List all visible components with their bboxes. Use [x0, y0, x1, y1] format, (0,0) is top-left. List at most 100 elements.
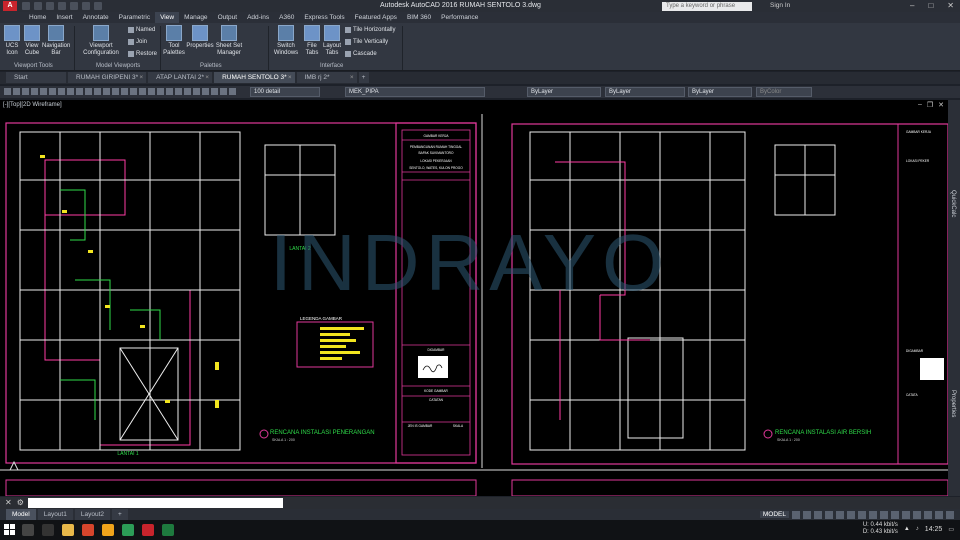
- tab-view[interactable]: View: [155, 12, 180, 23]
- tool-icon[interactable]: [22, 88, 29, 95]
- browser-icon[interactable]: [102, 524, 114, 536]
- undo-icon[interactable]: [82, 2, 90, 10]
- tab-manage[interactable]: Manage: [179, 12, 213, 23]
- tab-annotate[interactable]: Annotate: [78, 12, 114, 23]
- ucs-icon-button[interactable]: UCS Icon: [2, 25, 22, 57]
- tool-icon[interactable]: [67, 88, 74, 95]
- tool-icon[interactable]: [184, 88, 191, 95]
- network-icon[interactable]: ▲: [904, 526, 910, 532]
- tool-icon[interactable]: [220, 88, 227, 95]
- new-tab-button[interactable]: +: [358, 72, 369, 83]
- customize-icon[interactable]: [946, 510, 954, 519]
- properties-palette-tab[interactable]: Properties: [950, 390, 956, 417]
- tool-icon[interactable]: [121, 88, 128, 95]
- layer-select[interactable]: MEK_PIPA: [345, 87, 485, 97]
- tile-horizontally-button[interactable]: Tile Horizontally: [345, 27, 395, 33]
- app-logo-icon[interactable]: A: [3, 1, 17, 11]
- join-viewports-button[interactable]: Join: [128, 39, 147, 45]
- print-icon[interactable]: [70, 2, 78, 10]
- tool-icon[interactable]: [148, 88, 155, 95]
- open-icon[interactable]: [34, 2, 42, 10]
- excel-icon[interactable]: [162, 524, 174, 536]
- tool-icon[interactable]: [49, 88, 56, 95]
- otrack-icon[interactable]: [847, 510, 855, 519]
- tool-icon[interactable]: [94, 88, 101, 95]
- volume-icon[interactable]: ♪: [916, 526, 919, 532]
- tool-icon[interactable]: [229, 88, 236, 95]
- tool-icon[interactable]: [211, 88, 218, 95]
- restore-viewports-button[interactable]: Restore: [128, 51, 157, 57]
- close-icon[interactable]: ×: [139, 72, 143, 83]
- file-tabs-button[interactable]: File Tabs: [302, 25, 322, 57]
- tool-icon[interactable]: [175, 88, 182, 95]
- layout-tab-layout1[interactable]: Layout1: [37, 509, 73, 520]
- tab-addins[interactable]: Add-ins: [242, 12, 274, 23]
- tool-icon[interactable]: [157, 88, 164, 95]
- linetype-select[interactable]: ByLayer: [605, 87, 685, 97]
- tool-icon[interactable]: [193, 88, 200, 95]
- tool-icon[interactable]: [13, 88, 20, 95]
- snap-icon[interactable]: [803, 510, 811, 519]
- tool-icon[interactable]: [139, 88, 146, 95]
- tool-icon[interactable]: [85, 88, 92, 95]
- lineweight-select[interactable]: ByLayer: [688, 87, 752, 97]
- tool-icon[interactable]: [130, 88, 137, 95]
- properties-button[interactable]: Properties: [186, 25, 214, 50]
- tool-icon[interactable]: [58, 88, 65, 95]
- view-cube-button[interactable]: View Cube: [22, 25, 42, 57]
- annotation-scale-icon[interactable]: [891, 510, 899, 519]
- saveas-icon[interactable]: [58, 2, 66, 10]
- explorer-icon[interactable]: [62, 524, 74, 536]
- redo-icon[interactable]: [94, 2, 102, 10]
- tool-icon[interactable]: [40, 88, 47, 95]
- task-view-icon[interactable]: [42, 524, 54, 536]
- close-icon[interactable]: ×: [205, 72, 209, 83]
- switch-windows-button[interactable]: Switch Windows: [272, 25, 300, 57]
- plotstyle-select[interactable]: ByColor: [756, 87, 812, 97]
- opera-icon[interactable]: [82, 524, 94, 536]
- tool-icon[interactable]: [31, 88, 38, 95]
- workspace-icon[interactable]: [902, 510, 910, 519]
- tool-icon[interactable]: [103, 88, 110, 95]
- tab-parametric[interactable]: Parametric: [114, 12, 155, 23]
- dimstyle-select[interactable]: 100 detail: [250, 87, 320, 97]
- maximize-icon[interactable]: □: [928, 1, 933, 10]
- tab-featured-apps[interactable]: Featured Apps: [350, 12, 402, 23]
- tab-a360[interactable]: A360: [274, 12, 299, 23]
- isolate-icon[interactable]: [913, 510, 921, 519]
- clock[interactable]: 14:25: [925, 526, 943, 533]
- file-tab-start[interactable]: Start: [6, 72, 66, 83]
- transparency-icon[interactable]: [869, 510, 877, 519]
- sign-in-button[interactable]: Sign In: [770, 2, 790, 9]
- notifications-icon[interactable]: ▭: [948, 526, 954, 533]
- ortho-icon[interactable]: [814, 510, 822, 519]
- polar-icon[interactable]: [825, 510, 833, 519]
- file-tab[interactable]: RUMAH GIRIPENI 3* ×: [68, 72, 147, 83]
- file-tab-active[interactable]: RUMAH SENTOLO 3* ×: [214, 72, 295, 83]
- named-viewports-button[interactable]: Named: [128, 27, 155, 33]
- search-icon[interactable]: [22, 524, 34, 536]
- tool-icon[interactable]: [112, 88, 119, 95]
- layout-tabs-button[interactable]: Layout Tabs: [322, 25, 342, 57]
- tool-palettes-button[interactable]: Tool Palettes: [163, 25, 185, 57]
- file-tab[interactable]: IMB rj 2* ×: [296, 72, 357, 83]
- tab-insert[interactable]: Insert: [51, 12, 77, 23]
- layout-tab-layout2[interactable]: Layout2: [74, 509, 110, 520]
- sheet-set-manager-button[interactable]: Sheet Set Manager: [215, 25, 243, 57]
- layout-tab-model[interactable]: Model: [6, 509, 36, 520]
- tab-home[interactable]: Home: [24, 12, 51, 23]
- quickcalc-palette-tab[interactable]: QuickCalc: [950, 190, 956, 217]
- minimize-icon[interactable]: –: [910, 1, 914, 10]
- osnap-icon[interactable]: [836, 510, 844, 519]
- tab-bim360[interactable]: BIM 360: [402, 12, 436, 23]
- tool-icon[interactable]: [166, 88, 173, 95]
- tab-output[interactable]: Output: [213, 12, 243, 23]
- autocad-icon[interactable]: [142, 524, 154, 536]
- viewport-configuration-button[interactable]: Viewport Configuration: [80, 25, 122, 57]
- lineweight-icon[interactable]: [858, 510, 866, 519]
- tool-icon[interactable]: [4, 88, 11, 95]
- close-icon[interactable]: ×: [288, 72, 292, 83]
- selection-cycle-icon[interactable]: [880, 510, 888, 519]
- tab-performance[interactable]: Performance: [436, 12, 483, 23]
- navigation-bar-button[interactable]: Navigation Bar: [42, 25, 70, 57]
